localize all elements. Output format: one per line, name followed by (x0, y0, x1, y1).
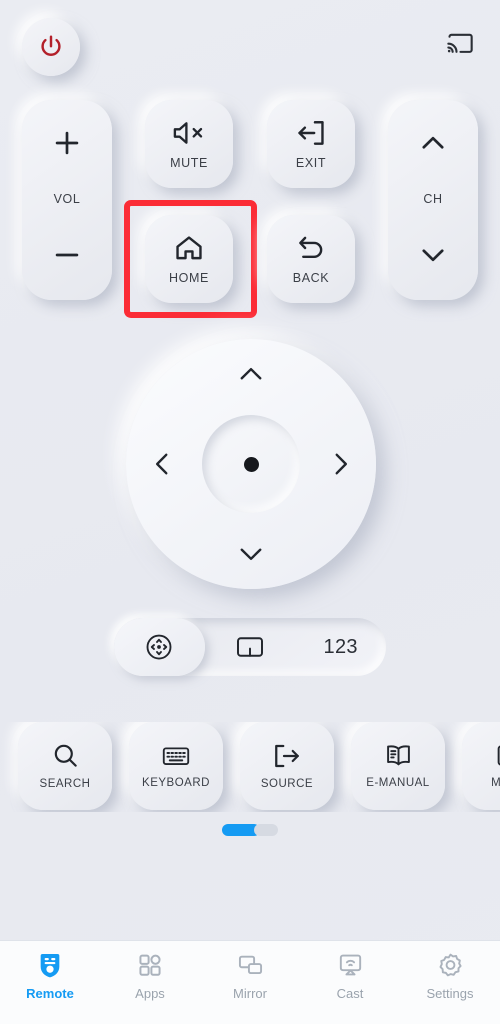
channel-rocker[interactable]: CH (388, 100, 478, 300)
shortcut-e-manual[interactable]: E-MANUAL (351, 722, 445, 810)
home-icon (173, 233, 205, 263)
exit-arrow-icon (295, 118, 327, 148)
chevron-down-icon (234, 537, 268, 571)
mute-button[interactable]: MUTE (145, 100, 233, 188)
exit-button[interactable]: EXIT (267, 100, 355, 188)
shortcut-label: KEYBOARD (142, 776, 210, 789)
shortcut-buttons-strip[interactable]: SEARCH KEYBOARD SOURCE E-MANUAL M (0, 722, 500, 812)
volume-down-button[interactable] (22, 238, 112, 272)
shortcut-search[interactable]: SEARCH (18, 722, 112, 810)
home-button[interactable]: HOME (145, 215, 233, 303)
shortcut-menu[interactable]: MENU (462, 722, 500, 810)
remote-app-screen: VOL CH MUTE EXIT HOME BACK 123 SEARCH KE… (0, 0, 500, 1024)
header-bar (0, 0, 500, 92)
shortcut-label: SOURCE (260, 777, 314, 790)
channel-down-button[interactable] (388, 238, 478, 272)
input-mode-segmented-control[interactable]: 123 (114, 618, 386, 676)
nav-item-apps[interactable]: Apps (100, 951, 200, 1001)
volume-up-button[interactable] (22, 126, 112, 160)
nav-item-settings[interactable]: Settings (400, 951, 500, 1001)
minus-icon (50, 238, 84, 272)
nav-label: Remote (26, 986, 74, 1001)
dpad-left-button[interactable] (139, 441, 185, 487)
cast-screen-button[interactable] (440, 25, 480, 61)
book-icon (384, 742, 413, 769)
plus-icon (50, 126, 84, 160)
chevron-right-icon (324, 447, 358, 481)
bottom-navigation-bar: Remote Apps Mirror Cast Settings (0, 940, 500, 1024)
shortcut-label: MENU (491, 777, 500, 790)
dpad-control[interactable] (126, 339, 376, 589)
power-icon (37, 33, 65, 61)
nav-label: Cast (336, 986, 364, 1001)
chevron-down-icon (416, 238, 450, 272)
mode-segment-numeric[interactable]: 123 (295, 618, 386, 676)
shortcut-label: SEARCH (39, 778, 91, 791)
screen-mirror-icon (237, 951, 264, 979)
source-input-icon (272, 742, 302, 770)
exit-label: EXIT (295, 156, 327, 171)
power-button[interactable] (22, 18, 80, 76)
keyboard-icon (161, 743, 191, 769)
remote-icon (37, 951, 63, 979)
dpad-ok-button[interactable] (202, 415, 300, 513)
grid-apps-icon (137, 951, 163, 979)
channel-up-button[interactable] (388, 126, 478, 160)
search-icon (51, 741, 80, 770)
mode-segment-touchpad[interactable] (205, 618, 296, 676)
dpad-up-button[interactable] (228, 351, 274, 397)
cast-screen-icon (446, 31, 474, 55)
mode-segment-dpad[interactable] (114, 618, 205, 676)
shortcut-source[interactable]: SOURCE (240, 722, 334, 810)
cast-icon (337, 951, 364, 979)
back-arrow-icon (295, 233, 327, 263)
home-label: HOME (169, 271, 209, 286)
dot-icon (243, 456, 259, 472)
volume-rocker[interactable]: VOL (22, 100, 112, 300)
shortcuts-page-indicator (0, 824, 500, 836)
back-label: BACK (292, 271, 330, 286)
chevron-up-icon (416, 126, 450, 160)
chevron-up-icon (234, 357, 268, 391)
volume-label: VOL (53, 191, 81, 206)
shortcut-keyboard[interactable]: KEYBOARD (129, 722, 223, 810)
mute-label: MUTE (170, 156, 208, 171)
dpad-right-button[interactable] (318, 441, 364, 487)
chevron-left-icon (145, 447, 179, 481)
touchpad-icon (235, 634, 265, 660)
back-button[interactable]: BACK (267, 215, 355, 303)
nav-label: Apps (135, 986, 165, 1001)
channel-label: CH (423, 191, 443, 206)
nav-label: Mirror (233, 986, 267, 1001)
shortcut-label: E-MANUAL (366, 777, 430, 790)
gear-icon (437, 951, 464, 979)
page-dot-inactive[interactable] (254, 824, 278, 836)
nav-item-cast[interactable]: Cast (300, 951, 400, 1001)
list-menu-icon (495, 742, 500, 769)
nav-item-remote[interactable]: Remote (0, 951, 100, 1001)
nav-label: Settings (426, 986, 474, 1001)
dpad-circle-icon (144, 632, 174, 662)
nav-item-mirror[interactable]: Mirror (200, 951, 300, 1001)
speaker-mute-icon (172, 118, 206, 148)
dpad-down-button[interactable] (228, 531, 274, 577)
